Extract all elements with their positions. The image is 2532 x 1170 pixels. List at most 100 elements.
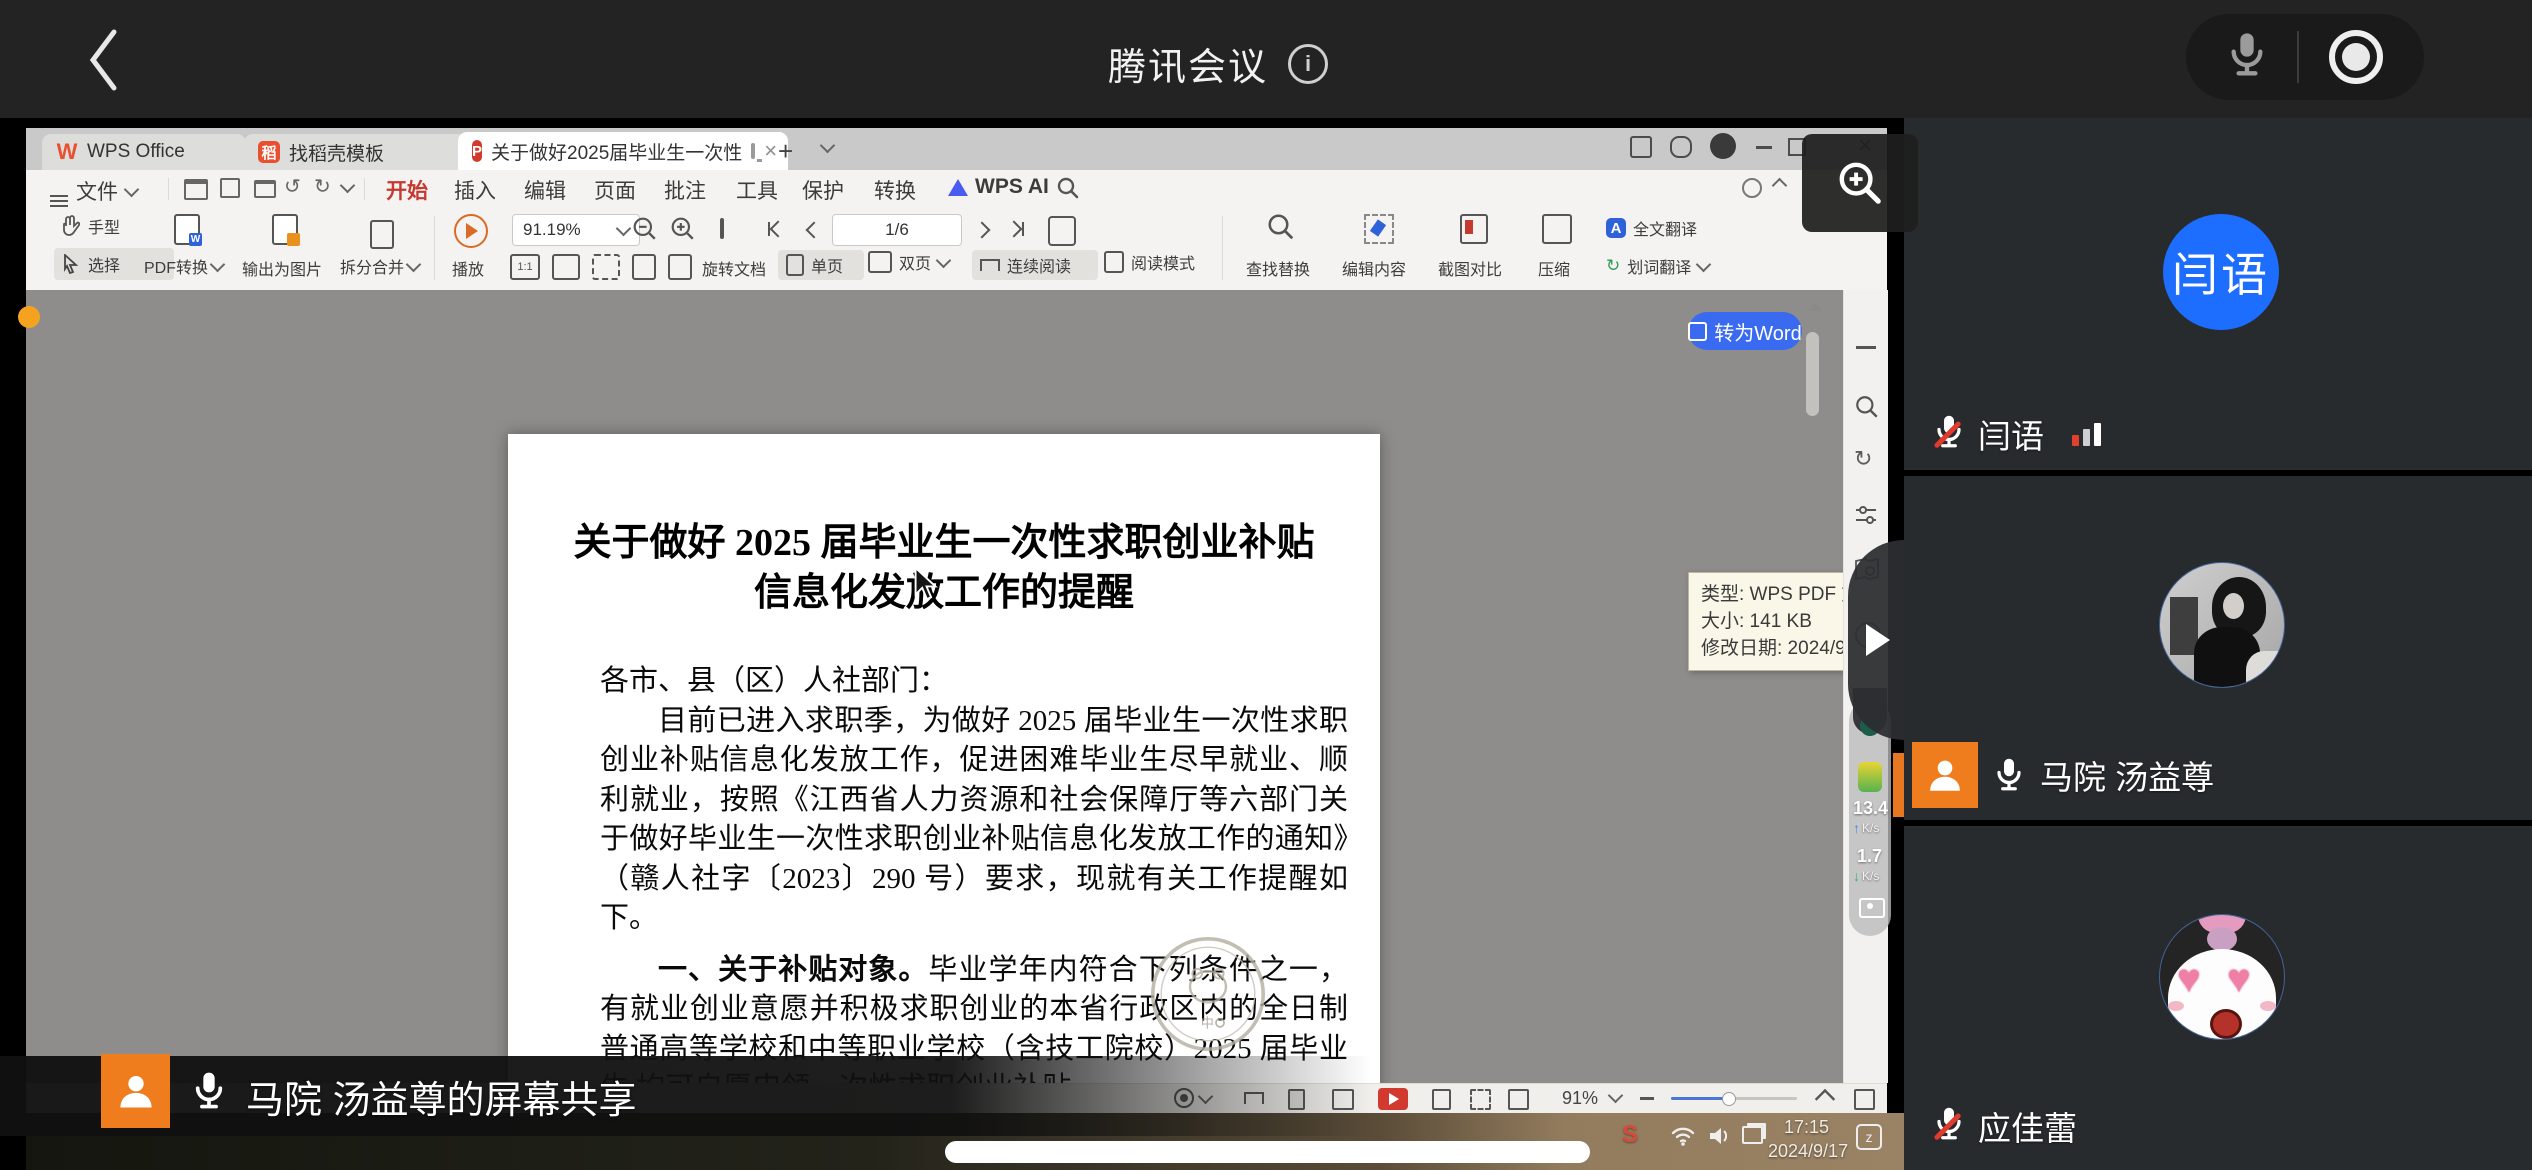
camera-icon[interactable] — [1859, 898, 1885, 918]
back-icon[interactable] — [84, 26, 124, 94]
bottom-scrollbar-pill[interactable] — [945, 1141, 1590, 1163]
wps-ai-menu[interactable]: WPS AI — [948, 175, 1049, 199]
participant-tile-1[interactable]: 闫语 闫语 — [1904, 118, 2532, 470]
mic-record-pill — [2186, 14, 2424, 100]
continuous-label: 连续阅读 — [1007, 253, 1071, 277]
full-translate-button[interactable]: A 全文翻译 — [1606, 216, 1697, 240]
book-icon[interactable] — [1048, 216, 1076, 246]
hand-tool-button[interactable]: 手型 — [60, 214, 120, 238]
info-icon[interactable]: i — [1288, 44, 1328, 84]
screenshot-compare-button[interactable]: 截图对比 — [1432, 212, 1516, 286]
redo-icon[interactable]: ↻ — [314, 174, 331, 199]
search-icon[interactable] — [1056, 176, 1080, 200]
continuous-read-button[interactable]: 连续阅读 — [972, 250, 1098, 280]
find-replace-button[interactable]: 查找替换 — [1240, 212, 1324, 286]
rotate-right-icon[interactable] — [668, 254, 692, 280]
translate-rail-icon[interactable]: ↻ — [1854, 446, 1872, 472]
mic-muted-icon — [1934, 1104, 1964, 1149]
compress-button[interactable]: 压缩 — [1528, 212, 1588, 286]
menu-edit[interactable]: 编辑 — [524, 175, 566, 205]
download-arrow-icon: ↓ — [1853, 868, 1860, 884]
play-button[interactable]: 播放 — [446, 212, 506, 286]
file-menu[interactable]: 文件 — [50, 176, 137, 206]
floating-orange-dot[interactable] — [18, 306, 40, 328]
eye-protect-icon[interactable] — [1742, 178, 1762, 198]
document-area[interactable]: 关于做好 2025 届毕业生一次性求职创业补贴 信息化发放工作的提醒 各市、县（… — [26, 290, 1843, 1083]
wps-ai-icon — [948, 179, 968, 196]
print-icon[interactable] — [254, 180, 276, 198]
page-indicator-box[interactable]: 1/6 — [832, 214, 962, 246]
open-file-icon[interactable] — [184, 179, 208, 200]
new-tab-button[interactable]: + — [778, 136, 793, 167]
tooltip-modified: 修改日期: 2024/9/17 14:10 — [1701, 635, 1843, 662]
chevron-down-icon — [124, 181, 140, 197]
tab-docer[interactable]: 稻 找稻壳模板 — [244, 134, 468, 170]
tab-label: 找稻壳模板 — [289, 139, 384, 166]
swap-pages-icon[interactable] — [720, 218, 724, 239]
sliders-icon[interactable] — [1854, 504, 1878, 526]
boards-icon[interactable] — [1630, 136, 1652, 158]
menu-page[interactable]: 页面 — [594, 175, 636, 205]
cartoon-blush-right — [2260, 1001, 2276, 1011]
next-page-button[interactable] — [974, 222, 991, 239]
scroll-up-arrow[interactable] — [1808, 302, 1822, 311]
double-page-button[interactable]: 双页 — [868, 250, 949, 274]
participant-tile-3[interactable]: ♥ ♥ 应佳蕾 — [1904, 826, 2532, 1170]
menu-insert[interactable]: 插入 — [454, 175, 496, 205]
microphone-button[interactable] — [2227, 29, 2267, 86]
tab-wps-office[interactable]: W WPS Office — [42, 134, 246, 170]
account-avatar[interactable] — [1710, 133, 1736, 159]
prev-page-button[interactable] — [806, 222, 823, 239]
export-image-button[interactable]: 输出为图片 — [238, 212, 330, 286]
search-doc-icon[interactable] — [1854, 394, 1880, 420]
read-mode-label: 阅读模式 — [1131, 250, 1195, 274]
last-page-button[interactable] — [1008, 222, 1024, 236]
upload-speed-unit: K/s — [1862, 821, 1879, 835]
actual-size-icon[interactable]: 1:1 — [510, 254, 540, 280]
zoom-out-icon[interactable] — [632, 216, 658, 242]
first-page-button[interactable] — [768, 222, 784, 236]
orange-edge-strip — [1893, 753, 1904, 817]
pdf-convert-button[interactable]: W PDF转换 — [144, 212, 230, 286]
menu-home[interactable]: 开始 — [386, 175, 428, 211]
fit-width-icon[interactable] — [552, 254, 580, 280]
meeting-zoom-overlay[interactable] — [1802, 134, 1918, 232]
undo-icon[interactable]: ↺ — [284, 174, 301, 199]
doc-title-line2: 信息化发放工作的提醒 — [568, 568, 1320, 618]
menu-tools[interactable]: 工具 — [736, 175, 778, 205]
pill-divider — [2297, 31, 2299, 83]
convert-to-word-button[interactable]: 转为Word — [1688, 312, 1802, 350]
single-page-button[interactable]: 单页 — [778, 250, 864, 280]
collapse-icon[interactable] — [1856, 346, 1876, 349]
fit-page-icon[interactable] — [592, 254, 620, 280]
panel-expand-handle[interactable] — [1848, 540, 1904, 740]
rotate-left-icon[interactable] — [632, 254, 656, 280]
minimize-button[interactable] — [1756, 146, 1772, 149]
cartoon-mouth — [2210, 1009, 2242, 1039]
tab-list-chevron-icon[interactable] — [820, 138, 836, 154]
zoom-in-icon[interactable] — [670, 216, 696, 242]
participant-tile-2[interactable]: 马院 汤益尊 — [1904, 476, 2532, 820]
menu-convert[interactable]: 转换 — [874, 175, 916, 205]
tooltip-size: 大小: 141 KB — [1701, 608, 1843, 635]
collapse-ribbon-icon[interactable] — [1772, 178, 1788, 194]
divider — [1222, 216, 1223, 280]
tab-close-icon[interactable]: × — [764, 138, 777, 164]
tooltip-type: 类型: WPS PDF 文档 — [1701, 581, 1843, 608]
photo-light-patch — [2246, 651, 2282, 688]
tab-document-active[interactable]: P 关于做好2025届毕业生一次性 × — [458, 132, 788, 170]
settings-icon[interactable] — [1670, 136, 1692, 158]
save-icon[interactable] — [220, 178, 240, 198]
vertical-scrollbar-thumb[interactable] — [1806, 332, 1819, 416]
read-mode-button[interactable]: 阅读模式 — [1104, 250, 1195, 274]
record-button[interactable] — [2329, 30, 2383, 84]
rotate-doc-label[interactable]: 旋转文档 — [702, 256, 766, 280]
zoom-value: 91.19% — [523, 220, 581, 240]
word-translate-button[interactable]: ↻ 划词翻译 — [1606, 254, 1709, 278]
menu-annotate[interactable]: 批注 — [664, 175, 706, 205]
zoom-value-dropdown[interactable]: 91.19% — [512, 214, 640, 246]
redo-chevron-icon[interactable] — [340, 178, 356, 194]
edit-content-button[interactable]: 编辑内容 — [1336, 212, 1420, 286]
menu-protect[interactable]: 保护 — [802, 175, 844, 205]
split-merge-button[interactable]: 拆分合并 — [338, 212, 424, 286]
